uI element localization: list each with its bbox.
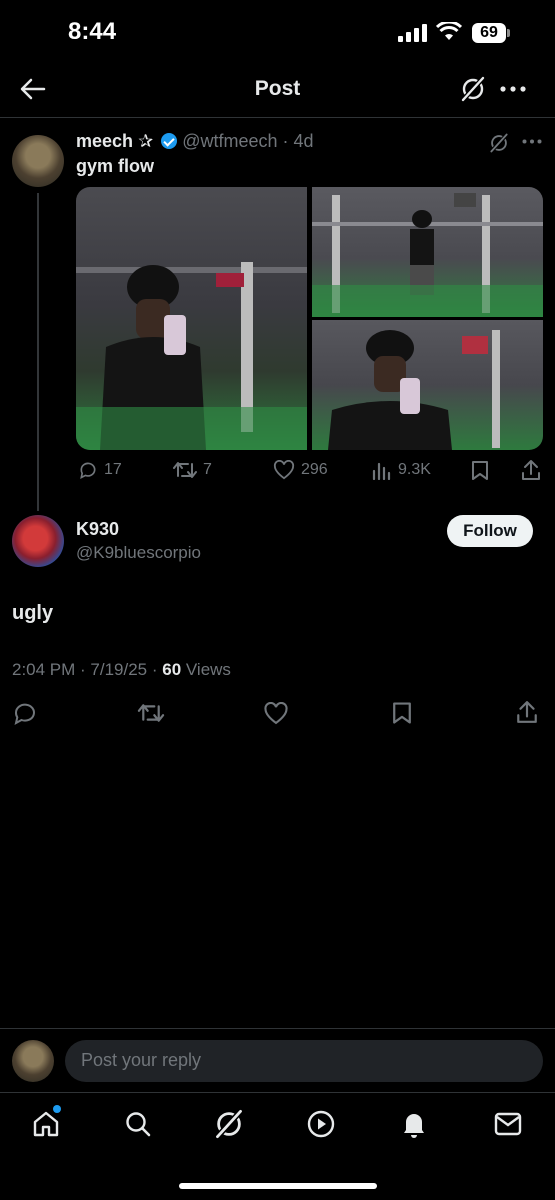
- cellular-signal-icon: [398, 24, 428, 42]
- views-chart-icon: [372, 460, 392, 480]
- repost-icon[interactable]: [137, 702, 165, 724]
- repost-icon: [173, 460, 197, 480]
- status-time: 8:44: [68, 18, 117, 45]
- reply-author-handle[interactable]: @K9bluescorpio: [76, 543, 201, 563]
- media-grid: [76, 187, 543, 450]
- battery-nub: [507, 29, 510, 37]
- reply-count: 17: [104, 461, 122, 478]
- media-photo-2[interactable]: [312, 187, 543, 317]
- grok-icon[interactable]: [214, 1109, 244, 1139]
- reply-icon: [78, 460, 98, 480]
- reply-text: ugly: [12, 602, 54, 624]
- video-play-icon[interactable]: [307, 1110, 335, 1138]
- wifi-icon: [436, 22, 462, 42]
- author-badge: ✰: [138, 131, 154, 151]
- more-options-icon[interactable]: [500, 86, 526, 92]
- share-icon[interactable]: [516, 700, 538, 724]
- heart-icon: [273, 460, 295, 480]
- reply-icon[interactable]: [13, 701, 37, 725]
- like-action[interactable]: 296: [273, 460, 328, 480]
- avatar: [12, 1040, 54, 1082]
- follow-button[interactable]: Follow: [447, 515, 533, 547]
- views-action[interactable]: 9.3K: [372, 460, 431, 480]
- grok-icon[interactable]: [489, 133, 509, 153]
- bookmark-icon[interactable]: [392, 701, 412, 725]
- views-count: 9.3K: [398, 461, 431, 478]
- tweet-time-ago[interactable]: 4d: [294, 131, 314, 151]
- tweet-more-icon[interactable]: [522, 139, 542, 144]
- bottom-nav-divider: [0, 1092, 555, 1093]
- heart-icon[interactable]: [263, 702, 289, 725]
- reply-action[interactable]: 17: [78, 460, 122, 480]
- repost-action[interactable]: 7: [173, 460, 212, 480]
- search-icon[interactable]: [124, 1110, 152, 1138]
- separator-dot: ·: [282, 131, 289, 151]
- avatar[interactable]: [12, 135, 64, 187]
- reply-timestamp-line: 2:04 PM · 7/19/25 · 60 Views: [12, 660, 231, 680]
- share-icon[interactable]: [521, 459, 541, 481]
- bookmark-icon[interactable]: [471, 460, 489, 481]
- author-name[interactable]: meech: [76, 131, 133, 151]
- header-divider: [0, 117, 555, 118]
- notification-dot: [53, 1105, 61, 1113]
- reply-timestamp[interactable]: 2:04 PM · 7/19/25 ·: [12, 660, 162, 679]
- like-count: 296: [301, 461, 328, 478]
- author-handle[interactable]: @wtfmeech: [182, 131, 277, 151]
- reply-input-placeholder[interactable]: Post your reply: [81, 1050, 201, 1071]
- avatar[interactable]: [12, 515, 64, 567]
- repost-count: 7: [203, 461, 212, 478]
- composer-divider: [0, 1028, 555, 1029]
- media-photo-3[interactable]: [312, 320, 543, 450]
- reply-views-label: Views: [181, 660, 231, 679]
- reply-views-count: 60: [162, 660, 182, 679]
- home-icon[interactable]: [32, 1110, 60, 1138]
- tweet-author-line: meech ✰ @wtfmeech · 4d: [76, 131, 314, 152]
- media-photo-1[interactable]: [76, 187, 307, 450]
- thread-line: [37, 193, 39, 511]
- home-indicator: [179, 1183, 377, 1189]
- verified-badge-icon: [161, 133, 178, 149]
- grok-icon[interactable]: [460, 76, 486, 102]
- notifications-bell-icon[interactable]: [400, 1109, 428, 1139]
- battery-icon: 69: [472, 23, 506, 43]
- reply-author-name[interactable]: K930: [76, 519, 119, 540]
- messages-envelope-icon[interactable]: [494, 1112, 522, 1136]
- tweet-text: gym flow: [76, 156, 155, 176]
